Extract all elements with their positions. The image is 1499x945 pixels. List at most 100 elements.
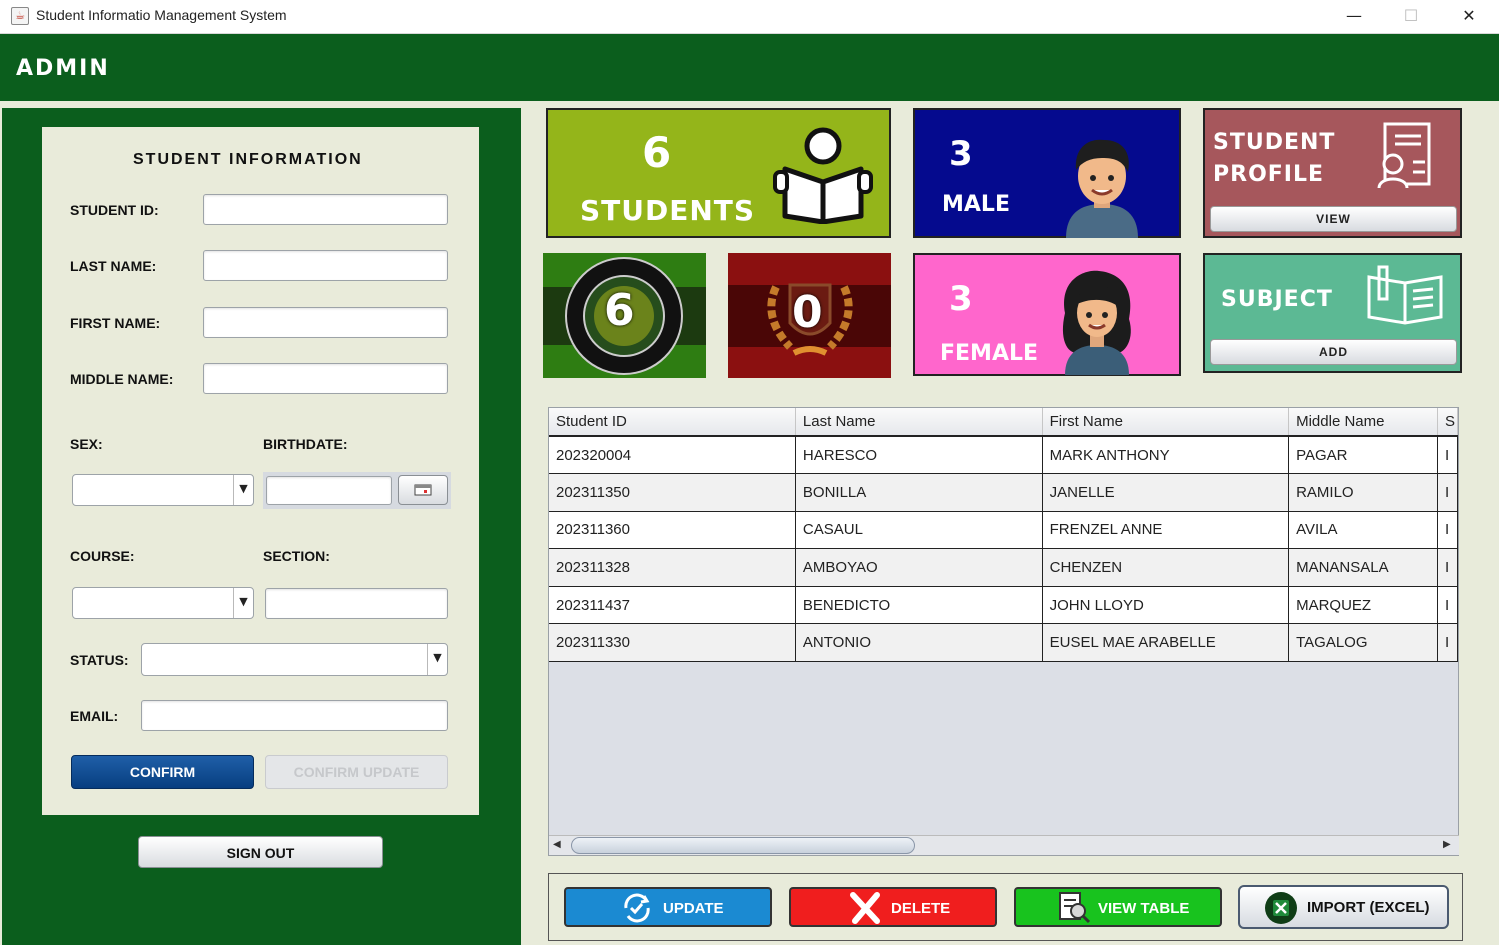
email-input[interactable] [141, 700, 448, 731]
last-name-input[interactable] [203, 250, 448, 281]
honors-count: 0 [792, 287, 823, 338]
students-count: 6 [642, 128, 672, 177]
cell-truncated: I [1437, 436, 1458, 475]
scroll-right-arrow-icon[interactable]: ▶ [1443, 839, 1451, 850]
subject-card: SUBJECT ADD [1203, 253, 1462, 373]
male-count-card: 3 MALE [913, 108, 1181, 238]
cell-middle-name: RAMILO [1288, 473, 1439, 512]
birthdate-input[interactable] [266, 476, 392, 505]
status-select[interactable]: ▼ [141, 643, 448, 676]
cell-last-name: AMBOYAO [795, 548, 1043, 587]
admin-title: ADMIN [16, 56, 110, 81]
update-label: UPDATE [663, 900, 724, 917]
confirm-button[interactable]: CONFIRM [71, 755, 254, 789]
female-label: FEMALE [940, 341, 1039, 366]
email-label: EMAIL: [70, 708, 119, 724]
student-profile-card: STUDENT PROFILE VIEW [1203, 108, 1462, 238]
scroll-left-arrow-icon[interactable]: ◀ [553, 839, 561, 850]
java-app-icon: ☕ [11, 7, 29, 25]
confirm-update-button[interactable]: CONFIRM UPDATE [265, 755, 448, 789]
maximize-button[interactable]: ☐ [1381, 0, 1441, 34]
profile-document-icon [1377, 122, 1431, 189]
table-row[interactable]: 202311360 CASAUL FRENZEL ANNE AVILA I [549, 511, 1458, 550]
cell-student-id: 202311328 [549, 548, 796, 587]
cell-student-id: 202320004 [549, 436, 796, 475]
table-row[interactable]: 202311437 BENEDICTO JOHN LLOYD MARQUEZ I [549, 586, 1458, 625]
course-label: COURSE: [70, 548, 135, 564]
male-avatar-icon [1066, 139, 1138, 238]
male-label: MALE [942, 192, 1010, 217]
delete-x-icon [850, 892, 880, 924]
section-label: SECTION: [263, 548, 330, 564]
view-profile-button[interactable]: VIEW [1210, 206, 1457, 232]
section-input[interactable] [265, 588, 448, 619]
student-id-label: STUDENT ID: [70, 202, 159, 218]
status-label: STATUS: [70, 652, 129, 668]
close-button[interactable]: ✕ [1439, 0, 1499, 34]
horizontal-scrollbar[interactable]: ◀ ▶ [549, 835, 1459, 855]
sex-label: SEX: [70, 436, 103, 452]
cell-first-name: CHENZEN [1042, 548, 1290, 587]
refresh-check-icon [624, 893, 650, 923]
table-row[interactable]: 202320004 HARESCO MARK ANTHONY PAGAR I [549, 436, 1458, 475]
its-count-card: 6 [543, 253, 706, 378]
cell-truncated: I [1437, 511, 1458, 550]
its-count: 6 [604, 285, 635, 336]
cell-truncated: I [1437, 548, 1458, 587]
add-subject-button[interactable]: ADD [1210, 339, 1457, 365]
delete-button[interactable]: DELETE [789, 887, 997, 927]
profile-label-line1: STUDENT [1213, 130, 1336, 155]
table-row[interactable]: 202311330 ANTONIO EUSEL MAE ARABELLE TAG… [549, 623, 1458, 663]
male-count: 3 [949, 134, 973, 174]
window-titlebar: ☕ Student Informatio Management System —… [0, 0, 1499, 34]
update-button[interactable]: UPDATE [564, 887, 772, 927]
column-header-last-name[interactable]: Last Name [795, 408, 1043, 437]
cell-first-name: EUSEL MAE ARABELLE [1042, 623, 1290, 663]
first-name-input[interactable] [203, 307, 448, 338]
cell-last-name: HARESCO [795, 436, 1043, 475]
cell-truncated: I [1437, 623, 1458, 663]
cell-first-name: MARK ANTHONY [1042, 436, 1290, 475]
course-select[interactable]: ▼ [72, 587, 254, 619]
cell-student-id: 202311360 [549, 511, 796, 550]
honors-count-card: 0 [728, 253, 891, 378]
view-table-label: VIEW TABLE [1098, 900, 1190, 917]
cell-first-name: JOHN LLOYD [1042, 586, 1290, 625]
cell-student-id: 202311350 [549, 473, 796, 512]
cell-last-name: BENEDICTO [795, 586, 1043, 625]
chevron-down-icon: ▼ [233, 588, 253, 618]
table-row[interactable]: 202311328 AMBOYAO CHENZEN MANANSALA I [549, 548, 1458, 587]
delete-label: DELETE [891, 900, 951, 917]
column-header-middle-name[interactable]: Middle Name [1288, 408, 1439, 437]
view-table-button[interactable]: VIEW TABLE [1014, 887, 1222, 927]
scrollbar-thumb[interactable] [571, 837, 915, 854]
students-label: STUDENTS [580, 194, 756, 227]
column-header-truncated[interactable]: S [1437, 408, 1458, 437]
table-row[interactable]: 202311350 BONILLA JANELLE RAMILO I [549, 473, 1458, 512]
student-reading-icon [773, 127, 873, 224]
column-header-first-name[interactable]: First Name [1042, 408, 1290, 437]
document-search-icon [1059, 892, 1091, 924]
import-excel-button[interactable]: IMPORT (EXCEL) [1238, 885, 1449, 929]
minimize-button[interactable]: — [1324, 0, 1384, 34]
table-header-row: Student ID Last Name First Name Middle N… [549, 408, 1458, 437]
sign-out-button[interactable]: SIGN OUT [138, 836, 383, 868]
student-table[interactable]: Student ID Last Name First Name Middle N… [548, 407, 1459, 856]
cell-last-name: CASAUL [795, 511, 1043, 550]
middle-name-input[interactable] [203, 363, 448, 394]
cell-middle-name: MANANSALA [1288, 548, 1439, 587]
first-name-label: FIRST NAME: [70, 315, 161, 331]
cell-truncated: I [1437, 586, 1458, 625]
student-information-form: STUDENT INFORMATION STUDENT ID: LAST NAM… [42, 127, 479, 815]
cell-last-name: ANTONIO [795, 623, 1043, 663]
calendar-button[interactable] [398, 475, 448, 505]
column-header-student-id[interactable]: Student ID [549, 408, 796, 437]
cell-truncated: I [1437, 473, 1458, 512]
female-count-card: 3 FEMALE [913, 253, 1181, 376]
profile-label-line2: PROFILE [1213, 162, 1325, 187]
cell-last-name: BONILLA [795, 473, 1043, 512]
sex-select[interactable]: ▼ [72, 474, 254, 506]
female-count: 3 [949, 279, 973, 319]
cell-middle-name: AVILA [1288, 511, 1439, 550]
student-id-input[interactable] [203, 194, 448, 225]
